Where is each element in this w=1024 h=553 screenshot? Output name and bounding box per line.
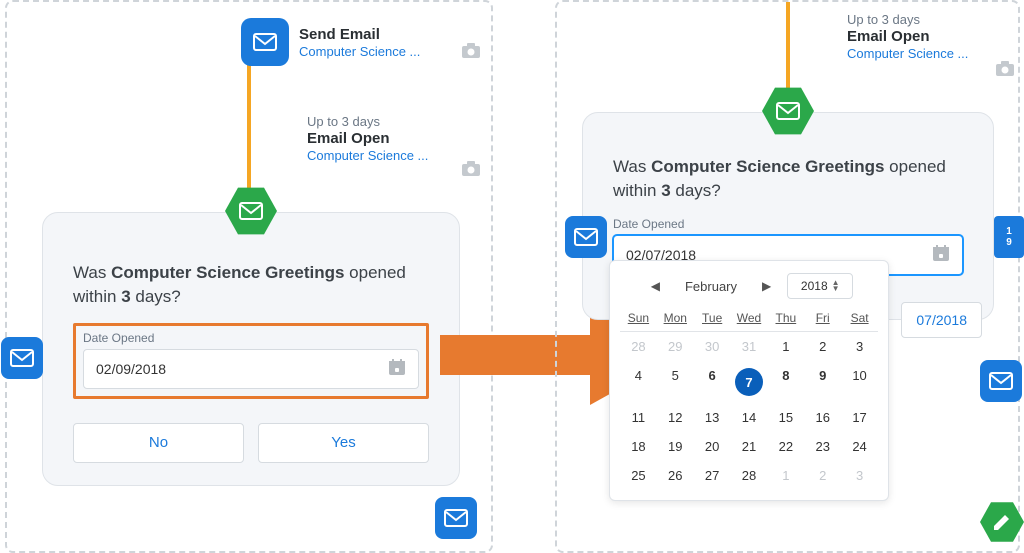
calendar-header: ◀ February ▶ 2018 ▲▼ — [620, 267, 878, 305]
side-badge[interactable]: 19 — [994, 216, 1024, 258]
calendar-day[interactable]: 14 — [731, 403, 768, 432]
no-button[interactable]: No — [73, 423, 244, 463]
calendar-dow: Tue — [694, 305, 731, 332]
calendar-day[interactable]: 22 — [767, 432, 804, 461]
calendar-day[interactable]: 20 — [694, 432, 731, 461]
calendar-day[interactable]: 16 — [804, 403, 841, 432]
calendar-dow-row: SunMonTueWedThuFriSat — [620, 305, 878, 332]
highlighted-field: Date Opened 02/09/2018 — [73, 323, 429, 399]
calendar-day[interactable]: 5 — [657, 361, 694, 403]
side-envelope-node[interactable] — [1, 337, 43, 379]
calendar-day[interactable]: 3 — [841, 332, 878, 361]
calendar-day[interactable]: 28 — [731, 461, 768, 490]
calendar-day[interactable]: 7 — [731, 361, 768, 403]
yes-button[interactable]: Yes — [258, 423, 429, 463]
prompt-text: Was Computer Science Greetings opened wi… — [73, 261, 429, 309]
calendar-day[interactable]: 10 — [841, 361, 878, 403]
node-link[interactable]: Computer Science ... — [307, 148, 428, 163]
calendar-day[interactable]: 1 — [767, 332, 804, 361]
calendar-day[interactable]: 2 — [804, 461, 841, 490]
date-opened-label: Date Opened — [613, 217, 963, 231]
canvas-right: Up to 3 days Email Open Computer Science… — [555, 0, 1020, 553]
node-title: Send Email — [299, 26, 420, 43]
calendar-month: February — [676, 279, 746, 294]
email-open-node-label: Up to 3 days Email Open Computer Science… — [307, 114, 428, 163]
camera-icon[interactable] — [995, 60, 1015, 83]
date-value: 02/09/2018 — [96, 361, 166, 377]
calendar-day[interactable]: 2 — [804, 332, 841, 361]
calendar-day[interactable]: 21 — [731, 432, 768, 461]
node-pretitle: Up to 3 days — [847, 12, 968, 27]
calendar-dow: Sat — [841, 305, 878, 332]
date-picker-popover[interactable]: ◀ February ▶ 2018 ▲▼ SunMonTueWedThuFriS… — [609, 260, 889, 501]
calendar-day[interactable]: 23 — [804, 432, 841, 461]
calendar-day[interactable]: 1 — [767, 461, 804, 490]
calendar-day[interactable]: 15 — [767, 403, 804, 432]
camera-icon[interactable] — [461, 42, 481, 65]
calendar-day[interactable]: 27 — [694, 461, 731, 490]
calendar-dow: Wed — [731, 305, 768, 332]
calendar-day[interactable]: 18 — [620, 432, 657, 461]
camera-icon[interactable] — [461, 160, 481, 183]
calendar-day[interactable]: 25 — [620, 461, 657, 490]
calendar-dow: Sun — [620, 305, 657, 332]
envelope-hex-icon — [762, 85, 814, 137]
calendar-day[interactable]: 29 — [657, 332, 694, 361]
node-link[interactable]: Computer Science ... — [847, 46, 968, 61]
side-envelope-node[interactable] — [565, 216, 607, 258]
calendar-day[interactable]: 11 — [620, 403, 657, 432]
calendar-day[interactable]: 13 — [694, 403, 731, 432]
node-title: Email Open — [847, 28, 968, 45]
edit-hex-icon[interactable] — [980, 500, 1024, 544]
date-chip[interactable]: 07/2018 — [901, 302, 982, 338]
calendar-year-select[interactable]: 2018 ▲▼ — [787, 273, 853, 299]
flow-connector — [247, 47, 251, 212]
node-title: Email Open — [307, 130, 428, 147]
node-pretitle: Up to 3 days — [307, 114, 428, 129]
calendar-day[interactable]: 26 — [657, 461, 694, 490]
calendar-day[interactable]: 3 — [841, 461, 878, 490]
side-envelope-node[interactable] — [435, 497, 477, 539]
calendar-icon[interactable] — [932, 244, 950, 265]
node-link[interactable]: Computer Science ... — [299, 44, 420, 59]
prompt-text: Was Computer Science Greetings opened wi… — [613, 155, 963, 203]
calendar-icon[interactable] — [388, 358, 406, 379]
calendar-day[interactable]: 6 — [694, 361, 731, 403]
send-email-node[interactable]: Send Email Computer Science ... — [241, 18, 420, 66]
calendar-day[interactable]: 31 — [731, 332, 768, 361]
prompt-card: Was Computer Science Greetings opened wi… — [42, 212, 460, 486]
calendar-day[interactable]: 12 — [657, 403, 694, 432]
calendar-grid: 2829303112345678910111213141516171819202… — [620, 332, 878, 490]
calendar-day[interactable]: 17 — [841, 403, 878, 432]
email-open-node-label: Up to 3 days Email Open Computer Science… — [847, 12, 968, 61]
calendar-day[interactable]: 4 — [620, 361, 657, 403]
calendar-day[interactable]: 8 — [767, 361, 804, 403]
next-month-button[interactable]: ▶ — [756, 279, 777, 293]
calendar-day[interactable]: 19 — [657, 432, 694, 461]
date-opened-input[interactable]: 02/09/2018 — [83, 349, 419, 389]
canvas-left: Send Email Computer Science ... Up to 3 … — [5, 0, 493, 553]
prev-month-button[interactable]: ◀ — [645, 279, 666, 293]
calendar-dow: Mon — [657, 305, 694, 332]
calendar-dow: Thu — [767, 305, 804, 332]
calendar-day[interactable]: 24 — [841, 432, 878, 461]
envelope-icon — [241, 18, 289, 66]
date-opened-label: Date Opened — [83, 331, 419, 345]
calendar-day[interactable]: 28 — [620, 332, 657, 361]
calendar-day[interactable]: 9 — [804, 361, 841, 403]
envelope-hex-icon — [225, 185, 277, 237]
side-envelope-node[interactable] — [980, 360, 1022, 402]
calendar-dow: Fri — [804, 305, 841, 332]
calendar-day[interactable]: 30 — [694, 332, 731, 361]
